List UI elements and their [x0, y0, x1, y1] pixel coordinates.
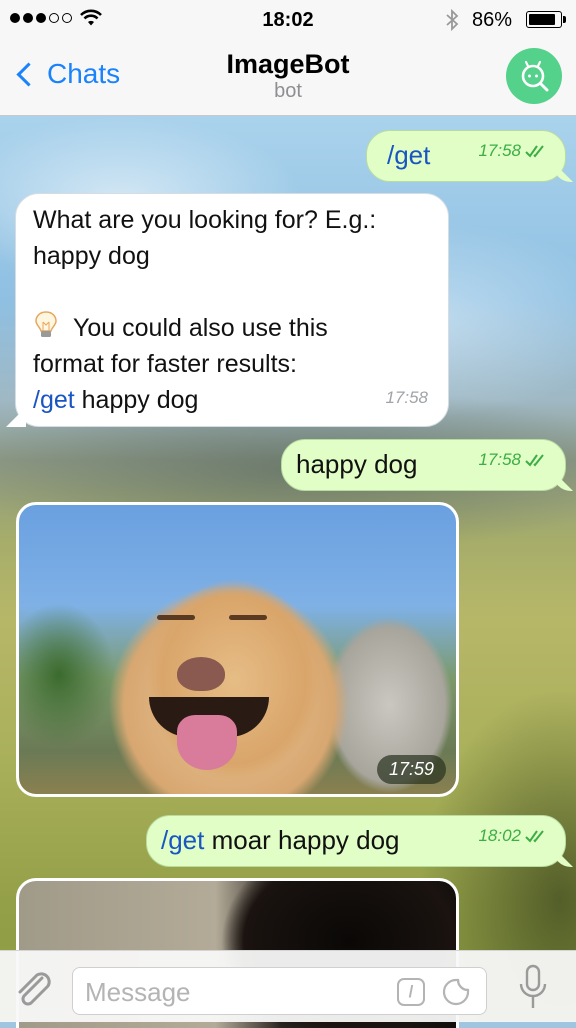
message-field: / — [72, 967, 487, 1015]
battery-tip — [563, 16, 566, 23]
paperclip-icon[interactable] — [12, 968, 56, 1012]
message-line: You could also use this — [73, 314, 328, 342]
command-link[interactable]: /get — [161, 825, 204, 855]
message-input[interactable] — [83, 974, 387, 1010]
photo-detail — [177, 657, 225, 691]
message-line-hint: You could also use this — [33, 310, 443, 346]
chat-header[interactable]: ImageBot bot — [0, 48, 576, 102]
photo-message[interactable]: 17:59 — [16, 502, 459, 797]
lightbulb-icon — [35, 311, 57, 337]
battery-level — [529, 14, 555, 25]
message-meta: 18:02 — [478, 818, 547, 854]
message-time: 17:58 — [385, 388, 428, 407]
message-incoming[interactable]: What are you looking for? E.g.: happy do… — [6, 193, 449, 427]
top-bar: 18:02 86% Chats ImageBot bot — [0, 0, 576, 116]
photo-detail — [177, 715, 237, 770]
sticker-icon[interactable] — [441, 977, 471, 1007]
message-outgoing[interactable]: happy dog 17:58 — [281, 439, 573, 491]
microphone-icon[interactable] — [518, 964, 548, 1010]
photo-detail — [157, 615, 195, 620]
double-check-icon — [525, 454, 544, 467]
bot-avatar[interactable] — [506, 48, 562, 104]
double-check-icon — [525, 830, 544, 843]
battery-icon — [526, 11, 562, 28]
bluetooth-icon — [446, 8, 459, 32]
message-time: 17:58 — [478, 450, 521, 469]
chat-subtitle: bot — [274, 80, 302, 102]
command-link[interactable]: /get — [387, 140, 430, 170]
message-text-body: moar happy dog — [204, 825, 400, 855]
message-line-example: /get happy dog — [33, 382, 443, 418]
message-text: /get moar happy dog — [161, 822, 400, 858]
message-outgoing[interactable]: /get moar happy dog 18:02 — [146, 815, 573, 867]
slash-command-button[interactable]: / — [397, 978, 425, 1006]
photo-detail — [229, 615, 267, 620]
message-line: format for faster results: — [33, 350, 297, 378]
composer-bar: / — [0, 950, 576, 1022]
chat-title: ImageBot — [226, 49, 350, 79]
slash-command-icon: / — [408, 982, 414, 1001]
message-line: What are you looking for? E.g.: — [33, 206, 377, 234]
bot-search-icon — [521, 60, 549, 92]
message-outgoing[interactable]: /get 17:58 — [366, 130, 573, 182]
command-link[interactable]: /get — [33, 386, 75, 414]
message-meta: 17:58 — [478, 442, 547, 478]
message-meta: 17:58 — [478, 133, 547, 169]
message-time: 17:58 — [478, 141, 521, 160]
message-time: 18:02 — [478, 826, 521, 845]
message-line: happy dog — [33, 242, 150, 270]
example-text: happy dog — [74, 386, 199, 414]
message-text: happy dog — [296, 449, 418, 479]
status-bar: 18:02 86% — [0, 0, 576, 40]
battery-percent: 86% — [472, 9, 513, 31]
photo-time: 17:59 — [376, 755, 446, 784]
double-check-icon — [525, 145, 544, 158]
